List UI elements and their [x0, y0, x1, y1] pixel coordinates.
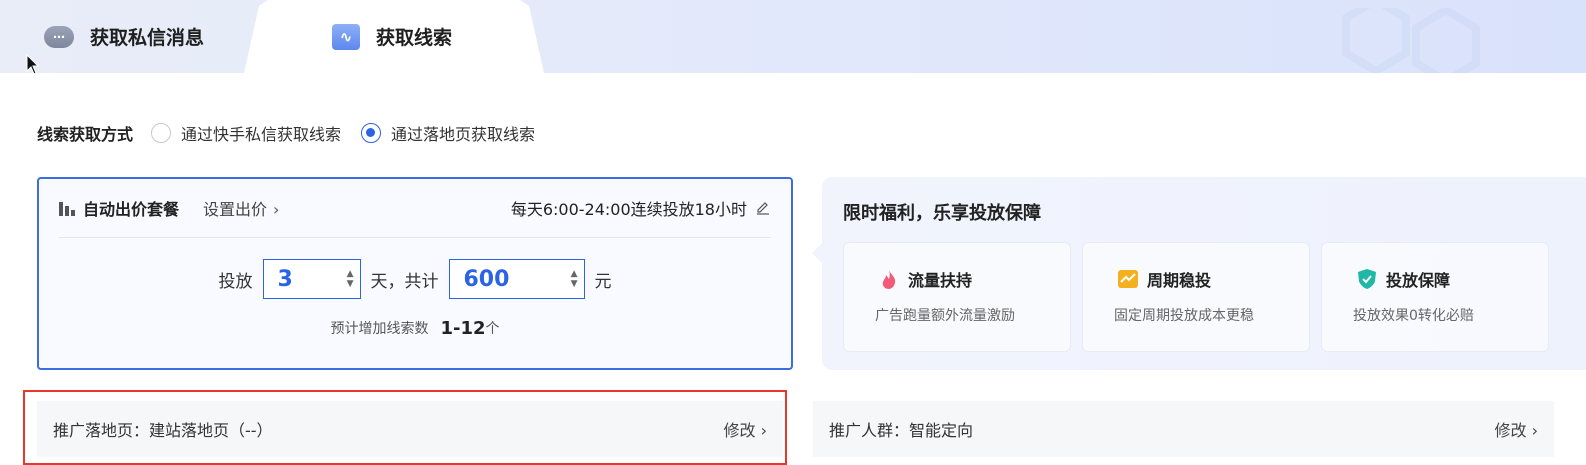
- fire-icon: [882, 270, 896, 289]
- chevron-right-icon: ›: [1531, 421, 1538, 440]
- estimate-unit: 个: [485, 321, 500, 337]
- days-stepper[interactable]: 3 ▲ ▼: [262, 259, 361, 299]
- benefits-panel: 限时福利，乐享投放保障 流量扶持 广告跑量额外流量激励 周期稳投 固定周期投放成…: [812, 177, 1586, 370]
- set-price-link[interactable]: 设置出价 ›: [203, 196, 279, 220]
- radio-button-unchecked[interactable]: [151, 123, 172, 143]
- caret-up-icon[interactable]: ▲: [571, 269, 578, 279]
- radio-button-checked[interactable]: [361, 123, 382, 143]
- tab-bar: ⋯ 获取私信消息 ∿ 获取线索: [0, 0, 1586, 73]
- tab-private-message-label: 获取私信消息: [90, 27, 205, 49]
- budget-stepper[interactable]: 600 ▲ ▼: [448, 259, 585, 299]
- benefits-title: 限时福利，乐享投放保障: [843, 203, 1041, 224]
- benefit-name-label: 周期稳投: [1147, 271, 1212, 290]
- lead-method-row: 线索获取方式 通过快手私信获取线索 通过落地页获取线索: [37, 120, 555, 146]
- audience-edit-link[interactable]: 修改 ›: [1494, 417, 1538, 441]
- highlight-outline: [23, 390, 787, 465]
- bar-chart-icon: [59, 200, 75, 216]
- benefit-name: 周期稳投: [1117, 267, 1211, 291]
- budget-value[interactable]: 600: [464, 267, 510, 292]
- deliver-label: 投放: [218, 271, 253, 292]
- package-header: 自动出价套餐 设置出价 › 每天6:00-24:00连续投放18小时: [59, 195, 771, 221]
- shield-check-icon: [1358, 269, 1376, 289]
- budget-row: 投放 3 ▲ ▼ 天，共计 600 ▲ ▼ 元: [39, 259, 791, 299]
- stepper-arrows[interactable]: ▲ ▼: [347, 269, 354, 289]
- benefit-desc: 广告跑量额外流量激励: [875, 308, 1015, 324]
- schedule-label: 每天6:00-24:00连续投放18小时: [510, 200, 747, 219]
- benefit-card-guarantee: 投放保障 投放效果0转化必赔: [1321, 242, 1549, 352]
- trend-chart-icon: [1118, 270, 1138, 288]
- tab-leads[interactable]: ∿ 获取线索: [244, 0, 544, 73]
- radio-landing-page-option[interactable]: 通过落地页获取线索: [361, 121, 535, 145]
- lead-settings-panel: ⋯ 获取私信消息 ∿ 获取线索 线索获取方式 通过快手私信获取线索 通过落地页获…: [0, 0, 1586, 465]
- caret-down-icon[interactable]: ▼: [571, 279, 578, 289]
- estimate-label: 预计增加线索数: [330, 321, 429, 337]
- tab-private-message[interactable]: ⋯ 获取私信消息: [44, 0, 204, 73]
- estimate-value: 1-12: [440, 317, 486, 339]
- edit-pencil-icon[interactable]: [755, 200, 771, 216]
- audience-label: 推广人群：智能定向: [829, 421, 974, 440]
- tab-leads-label: 获取线索: [376, 27, 453, 49]
- audience-row: 推广人群：智能定向 修改 ›: [813, 401, 1554, 457]
- estimate-row: 预计增加线索数 1-12 个: [39, 317, 791, 339]
- caret-down-icon[interactable]: ▼: [347, 279, 354, 289]
- radio-label: 通过落地页获取线索: [391, 125, 536, 144]
- chevron-right-icon: ›: [273, 200, 280, 219]
- budget-unit: 元: [594, 271, 612, 292]
- radio-label: 通过快手私信获取线索: [181, 125, 342, 144]
- set-price-label: 设置出价: [203, 200, 268, 219]
- radio-private-message-option[interactable]: 通过快手私信获取线索: [151, 121, 341, 145]
- caret-up-icon[interactable]: ▲: [347, 269, 354, 279]
- lead-icon: ∿: [332, 23, 360, 50]
- benefit-name: 流量扶持: [878, 267, 972, 291]
- edit-label: 修改: [1494, 421, 1527, 440]
- divider: [59, 237, 771, 238]
- chat-bubble-icon: ⋯: [44, 25, 74, 48]
- benefit-name-label: 投放保障: [1386, 271, 1451, 290]
- mouse-cursor-icon: [26, 54, 40, 75]
- stepper-arrows[interactable]: ▲ ▼: [571, 269, 578, 289]
- benefit-card-traffic: 流量扶持 广告跑量额外流量激励: [843, 242, 1071, 352]
- decorative-hex-pattern: [1342, 8, 1480, 73]
- days-value[interactable]: 3: [278, 267, 293, 292]
- benefit-card-cycle: 周期稳投 固定周期投放成本更稳: [1082, 242, 1310, 352]
- lead-method-label: 线索获取方式: [37, 125, 134, 144]
- schedule-text: 每天6:00-24:00连续投放18小时: [511, 196, 771, 220]
- package-title: 自动出价套餐: [83, 200, 180, 219]
- benefit-desc: 投放效果0转化必赔: [1353, 308, 1474, 324]
- benefit-desc: 固定周期投放成本更稳: [1114, 308, 1254, 324]
- benefit-name-label: 流量扶持: [908, 271, 973, 290]
- benefit-name: 投放保障: [1356, 267, 1450, 291]
- days-unit: 天，共计: [370, 271, 439, 292]
- auto-bid-package-card: 自动出价套餐 设置出价 › 每天6:00-24:00连续投放18小时 投放 3 ▲…: [37, 177, 793, 370]
